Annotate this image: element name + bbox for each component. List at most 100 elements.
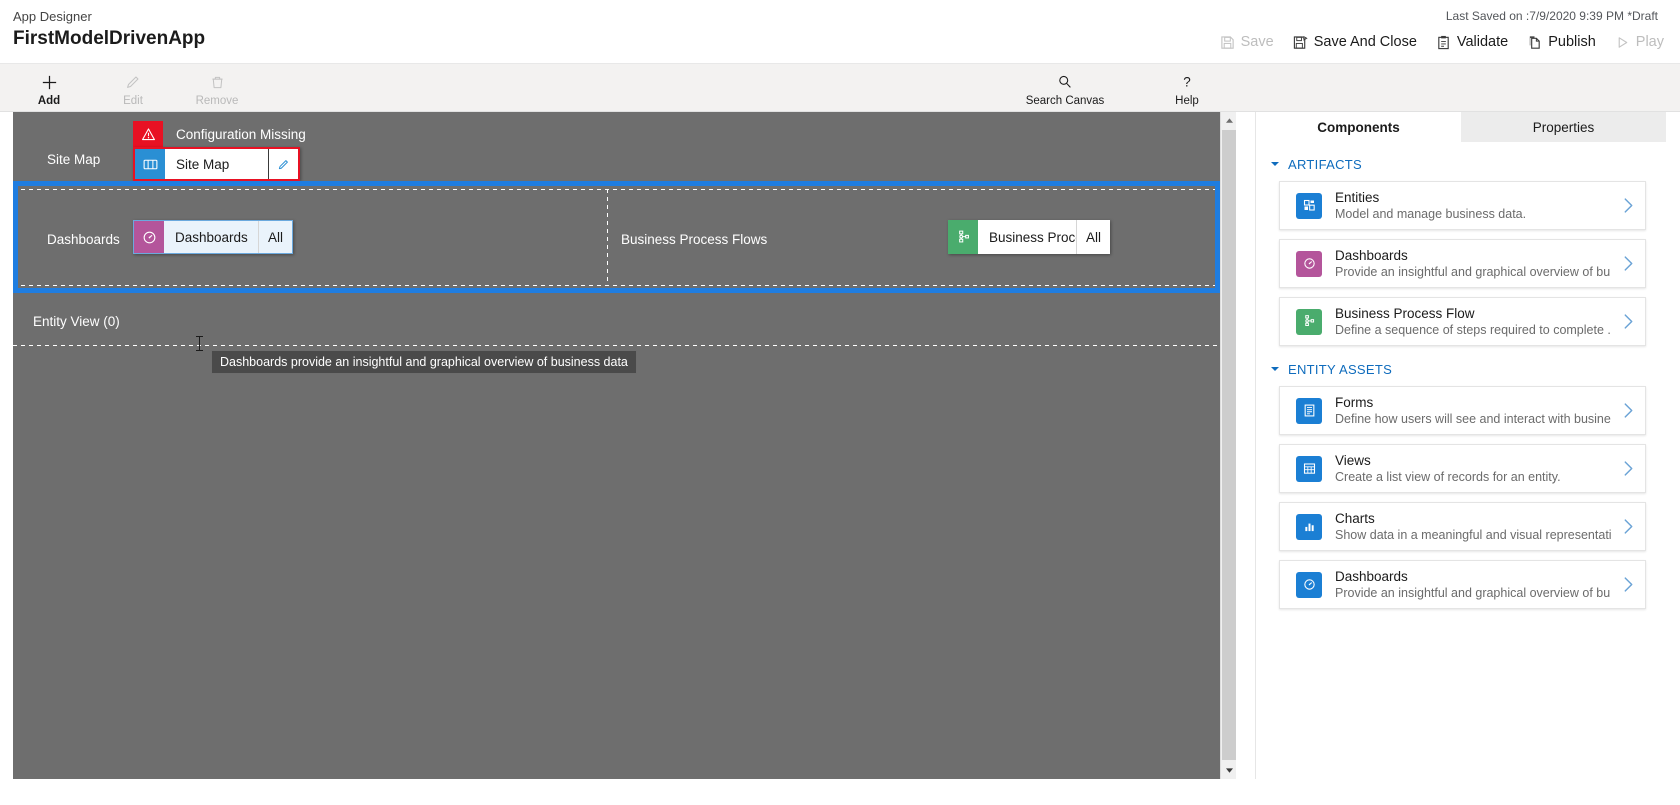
- dashboards-tile[interactable]: Dashboards All: [133, 220, 293, 254]
- card-text: Dashboards Provide an insightful and gra…: [1335, 568, 1611, 601]
- app-header: App Designer FirstModelDrivenApp Last Sa…: [0, 0, 1680, 64]
- row-divider-bottom: [13, 345, 1220, 346]
- scrollbar-thumb[interactable]: [1222, 130, 1236, 760]
- save-and-close-icon: [1293, 35, 1308, 50]
- help-button[interactable]: ? Help: [1156, 64, 1218, 112]
- chevron-right-icon[interactable]: [1611, 255, 1645, 272]
- card-text: Entities Model and manage business data.: [1335, 189, 1611, 222]
- bpf-tile-all[interactable]: All: [1075, 220, 1110, 254]
- publish-icon: [1527, 35, 1542, 50]
- edit-button[interactable]: Edit: [102, 64, 164, 112]
- component-card-charts[interactable]: Charts Show data in a meaningful and vis…: [1279, 502, 1646, 551]
- last-saved-status: Last Saved on :7/9/2020 9:39 PM *Draft: [1445, 9, 1658, 23]
- scroll-up-arrow-icon[interactable]: [1221, 112, 1237, 129]
- sitemap-tile[interactable]: Site Map: [133, 147, 300, 181]
- remove-label: Remove: [195, 94, 239, 107]
- entities-grid-icon: [1296, 192, 1322, 219]
- search-canvas-label: Search Canvas: [1025, 94, 1105, 107]
- component-card-forms[interactable]: Forms Define how users will see and inte…: [1279, 386, 1646, 435]
- card-title: Dashboards: [1335, 248, 1408, 263]
- card-title: Forms: [1335, 395, 1374, 410]
- card-description: Provide an insightful and graphical over…: [1335, 586, 1611, 600]
- save-button[interactable]: Save: [1220, 34, 1274, 50]
- bpf-tile-name: Business Proces...: [989, 229, 1076, 245]
- app-canvas[interactable]: Site Map Configuration Missing Site Map: [13, 112, 1220, 779]
- component-card-dashboards-artifacts[interactable]: Dashboards Provide an insightful and gra…: [1279, 239, 1646, 288]
- question-mark-icon: ?: [1178, 72, 1196, 93]
- views-table-icon: [1296, 455, 1322, 482]
- publish-label: Publish: [1548, 34, 1596, 50]
- entity-assets-card-list: Forms Define how users will see and inte…: [1256, 383, 1666, 609]
- plus-icon: [40, 72, 59, 93]
- toolbar-left-group: Add Edit Remove: [18, 64, 248, 112]
- section-header-artifacts[interactable]: ARTIFACTS: [1256, 150, 1666, 178]
- chevron-right-icon[interactable]: [1611, 460, 1645, 477]
- chevron-right-icon[interactable]: [1611, 313, 1645, 330]
- card-title: Entities: [1335, 190, 1380, 205]
- card-description: Create a list view of records for an ent…: [1335, 470, 1561, 484]
- edit-label: Edit: [123, 94, 143, 107]
- save-label: Save: [1240, 34, 1274, 50]
- scroll-down-arrow-icon[interactable]: [1221, 762, 1237, 779]
- card-description: Model and manage business data.: [1335, 207, 1527, 221]
- toolbar-right-group: Search Canvas ? Help: [1020, 64, 1218, 112]
- app-designer-label: App Designer: [13, 9, 92, 24]
- canvas-row-sitemap[interactable]: Site Map Configuration Missing Site Map: [13, 112, 1220, 181]
- sitemap-tile-name: Site Map: [176, 156, 230, 172]
- text-caret: [196, 336, 203, 351]
- chevron-right-icon[interactable]: [1611, 576, 1645, 593]
- header-right: Last Saved on :7/9/2020 9:39 PM *Draft S…: [1220, 9, 1664, 50]
- play-triangle-icon: [1615, 35, 1630, 50]
- canvas-row-dashboards[interactable]: Dashboards Business Process Flows Dashbo…: [13, 181, 1220, 293]
- publish-button[interactable]: Publish: [1527, 34, 1596, 50]
- entity-view-row-label: Entity View (0): [33, 314, 120, 329]
- search-icon: [1056, 72, 1074, 93]
- bpf-tile[interactable]: Business Proces... All: [948, 220, 1110, 254]
- component-card-dashboards-entity-assets[interactable]: Dashboards Provide an insightful and gra…: [1279, 560, 1646, 609]
- business-process-flow-icon: [948, 220, 978, 254]
- add-label: Add: [37, 94, 61, 107]
- section-title-entity-assets: ENTITY ASSETS: [1288, 361, 1393, 377]
- tab-components[interactable]: Components: [1256, 112, 1461, 142]
- component-card-views[interactable]: Views Create a list view of records for …: [1279, 444, 1646, 493]
- card-title: Business Process Flow: [1335, 306, 1475, 321]
- row-divider-top: [13, 189, 1220, 190]
- component-card-business-process-flow[interactable]: Business Process Flow Define a sequence …: [1279, 297, 1646, 346]
- save-and-close-button[interactable]: Save And Close: [1293, 34, 1417, 50]
- card-title: Dashboards: [1335, 569, 1408, 584]
- panel-tab-strip: Components Properties: [1256, 112, 1666, 142]
- search-canvas-button[interactable]: Search Canvas: [1020, 64, 1110, 112]
- canvas-row-entity-view[interactable]: Entity View (0): [13, 294, 1220, 346]
- card-description: Show data in a meaningful and visual rep…: [1335, 528, 1611, 542]
- row-divider-bottom: [13, 285, 1220, 286]
- sitemap-edit-button[interactable]: [268, 149, 298, 179]
- chevron-right-icon[interactable]: [1611, 402, 1645, 419]
- dashboards-row-label: Dashboards: [47, 232, 120, 247]
- card-text: Business Process Flow Define a sequence …: [1335, 305, 1611, 338]
- pencil-icon: [124, 72, 142, 93]
- canvas-vertical-scrollbar[interactable]: [1220, 112, 1236, 779]
- card-text: Dashboards Provide an insightful and gra…: [1335, 247, 1611, 280]
- dashboards-tile-all[interactable]: All: [257, 221, 292, 253]
- validate-button[interactable]: Validate: [1436, 34, 1508, 50]
- sitemap-row-label: Site Map: [47, 152, 101, 167]
- component-card-entities[interactable]: Entities Model and manage business data.: [1279, 181, 1646, 230]
- card-description: Define a sequence of steps required to c…: [1335, 323, 1611, 337]
- pencil-icon: [278, 159, 288, 169]
- section-header-entity-assets[interactable]: ENTITY ASSETS: [1256, 355, 1666, 383]
- add-button[interactable]: Add: [18, 64, 80, 112]
- header-titles: App Designer FirstModelDrivenApp: [13, 8, 205, 51]
- dashboard-gauge-icon: [1296, 571, 1322, 598]
- chevron-right-icon[interactable]: [1611, 197, 1645, 214]
- remove-button[interactable]: Remove: [186, 64, 248, 112]
- app-body: Site Map Configuration Missing Site Map: [0, 112, 1680, 805]
- validate-clipboard-icon: [1436, 35, 1451, 50]
- app-name: FirstModelDrivenApp: [13, 28, 206, 49]
- form-document-icon: [1296, 397, 1322, 424]
- panel-content: ARTIFACTS Entities Model and manage busi…: [1256, 142, 1666, 609]
- play-button[interactable]: Play: [1615, 34, 1664, 50]
- row-column-divider: [607, 189, 608, 285]
- chevron-right-icon[interactable]: [1611, 518, 1645, 535]
- tab-properties[interactable]: Properties: [1461, 112, 1666, 142]
- card-title: Charts: [1335, 511, 1375, 526]
